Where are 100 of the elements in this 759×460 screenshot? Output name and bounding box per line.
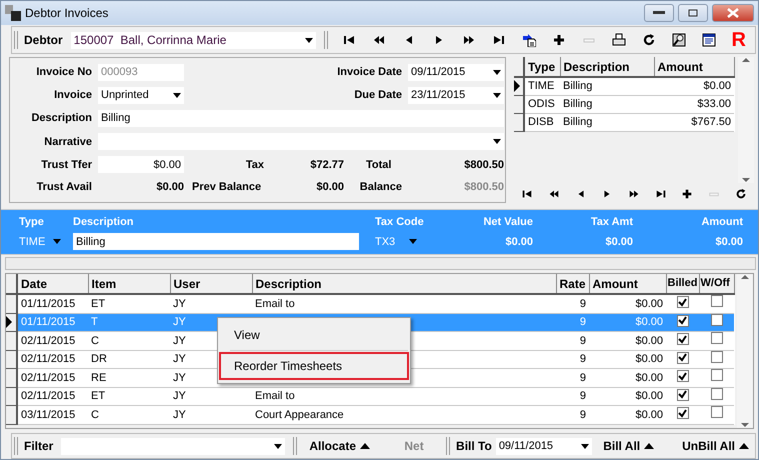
table-cell: 9 <box>556 387 589 406</box>
double-right-arrow-icon[interactable] <box>628 188 640 200</box>
line-row[interactable]: TIME Billing $0.00 <box>514 77 734 95</box>
table-cell: 9 <box>556 332 589 350</box>
app-logo-icon <box>5 5 21 21</box>
date-picker[interactable]: 09/11/2015 <box>408 64 504 82</box>
checkbox[interactable] <box>710 295 722 307</box>
checkbox[interactable] <box>676 314 688 326</box>
dropdown-arrow-icon[interactable] <box>304 38 313 42</box>
column-header[interactable]: Description <box>560 57 654 77</box>
column-header[interactable]: User <box>170 274 252 294</box>
checkbox[interactable] <box>676 333 688 345</box>
bill-all-button[interactable]: Bill All <box>597 437 660 455</box>
minimize-button[interactable] <box>644 4 674 22</box>
column-header[interactable]: Amount <box>589 274 666 294</box>
column-header[interactable]: Date <box>17 274 88 294</box>
column-header[interactable]: Amount <box>654 57 734 77</box>
status-dropdown[interactable]: Unprinted <box>98 87 184 104</box>
document-icon[interactable] <box>702 33 716 47</box>
field-label: Prev Balance <box>191 180 262 196</box>
column-header[interactable]: Description <box>252 274 556 294</box>
table-cell: Court Appearance <box>252 406 556 424</box>
maximize-button[interactable] <box>678 4 708 22</box>
scrollbar[interactable] <box>737 274 753 428</box>
table-cell: 02/11/2015 <box>17 387 88 406</box>
checkbox[interactable] <box>710 332 722 344</box>
field-label: Description <box>30 111 92 126</box>
column-header[interactable]: Billed <box>666 274 699 294</box>
checkbox[interactable] <box>710 350 722 362</box>
minimize-icon <box>653 11 665 15</box>
checkbox[interactable] <box>676 296 688 308</box>
line-row[interactable]: ODIS Billing $33.00 <box>514 95 734 113</box>
first-record-icon[interactable] <box>521 188 534 200</box>
last-record-icon[interactable] <box>654 188 667 200</box>
double-left-arrow-icon[interactable] <box>548 188 560 200</box>
close-button[interactable] <box>712 4 754 22</box>
trust-transfer-field[interactable]: $0.00 <box>98 156 184 174</box>
table-cell: $33.00 <box>654 95 734 113</box>
table-cell: 03/11/2015 <box>17 406 88 424</box>
column-header[interactable]: Type <box>524 57 560 77</box>
column-header[interactable]: Item <box>88 274 170 294</box>
table-cell: 9 <box>556 313 589 332</box>
table-cell: $0.00 <box>589 350 666 368</box>
column-header[interactable]: Rate <box>556 274 589 294</box>
column-label: Tax Code <box>375 214 425 230</box>
table-cell: C <box>88 406 170 424</box>
field-label: Balance <box>358 180 402 196</box>
double-left-arrow-icon[interactable] <box>372 33 386 47</box>
last-record-icon[interactable] <box>492 33 506 47</box>
line-row[interactable]: DISB Billing $767.50 <box>514 113 734 131</box>
printer-icon[interactable] <box>612 33 626 47</box>
r-button[interactable]: R <box>731 30 746 50</box>
refresh-icon[interactable] <box>734 188 747 200</box>
field-label: Tax <box>244 158 264 173</box>
table-cell: 9 <box>556 294 589 313</box>
table-cell: 02/11/2015 <box>17 350 88 368</box>
plus-icon[interactable] <box>552 33 566 47</box>
window-title: Debtor Invoices <box>25 5 108 22</box>
table-cell: 01/11/2015 <box>17 294 88 313</box>
table-cell: RE <box>88 368 170 387</box>
scroll-down-icon[interactable] <box>742 177 750 183</box>
field-label: Due Date <box>354 89 402 102</box>
date-picker[interactable]: 23/11/2015 <box>408 87 504 104</box>
field-label: Invoice <box>53 88 92 104</box>
table-cell: DISB <box>524 113 560 131</box>
unbill-all-button[interactable]: UnBill All <box>676 437 755 455</box>
scroll-up-icon[interactable] <box>741 274 749 280</box>
checkbox[interactable] <box>676 352 688 364</box>
bill-to-label: Bill To <box>456 438 492 455</box>
checkbox[interactable] <box>676 407 688 419</box>
allocate-button[interactable]: Allocate <box>303 437 376 455</box>
amount-value: $0.00 <box>604 234 633 250</box>
magnifier-icon[interactable] <box>672 33 686 47</box>
description-field[interactable]: Billing <box>98 110 504 128</box>
document-arrow-icon[interactable] <box>522 33 536 47</box>
checkbox[interactable] <box>676 370 688 382</box>
scrollbar[interactable] <box>738 57 754 183</box>
table-cell: $0.00 <box>589 406 666 424</box>
field-label: Invoice No <box>35 65 92 80</box>
first-record-icon[interactable] <box>342 33 356 47</box>
refresh-icon[interactable] <box>642 33 656 47</box>
description-field[interactable]: Billing <box>73 233 359 250</box>
table-cell: Billing <box>560 113 654 131</box>
date-picker[interactable]: 09/11/2015 <box>496 438 592 454</box>
column-header[interactable]: W/Off <box>699 274 734 294</box>
checkbox[interactable] <box>676 388 688 400</box>
column-label: Description <box>73 214 135 230</box>
checkbox[interactable] <box>710 314 722 326</box>
double-right-arrow-icon[interactable] <box>462 33 476 47</box>
row-pointer-icon <box>514 80 520 92</box>
plus-icon[interactable] <box>681 188 694 200</box>
checkbox[interactable] <box>710 388 722 400</box>
scroll-down-icon[interactable] <box>741 422 749 428</box>
checkbox[interactable] <box>710 369 722 381</box>
checkbox[interactable] <box>710 406 722 418</box>
scroll-up-icon[interactable] <box>742 57 750 63</box>
debtor-dropdown[interactable]: 150007 Ball, Corrinna Marie <box>70 32 316 48</box>
table-cell: ODIS <box>524 95 560 113</box>
table-cell: Billing <box>560 95 654 113</box>
column-label: Amount <box>700 214 743 230</box>
